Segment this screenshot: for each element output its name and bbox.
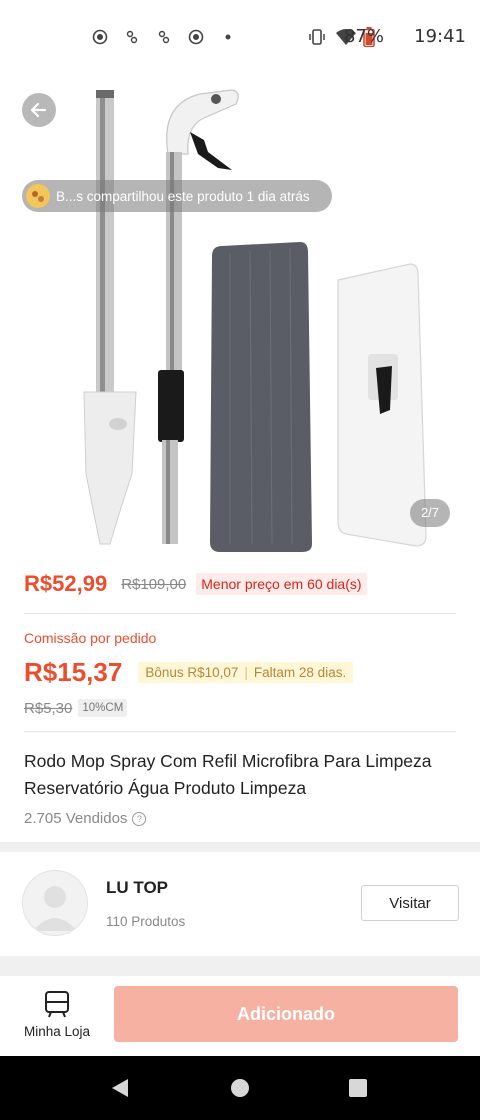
store-icon: [45, 991, 69, 1018]
shop-card[interactable]: LU TOP 110 Produtos Visitar: [0, 852, 480, 956]
commission-details: R$5,30 10%CM: [24, 697, 128, 719]
my-store-label: Minha Loja: [23, 1024, 91, 1039]
commission-amount: R$15,37: [24, 656, 123, 687]
remaining-days-text: Faltam 28 dias.: [253, 664, 347, 680]
added-button[interactable]: Adicionado: [114, 986, 458, 1042]
commission-old-amount: R$5,30: [24, 699, 73, 717]
divider: [24, 613, 456, 614]
product-image: [83, 89, 427, 552]
system-navigation-bar: [0, 1056, 480, 1120]
image-counter: 2/7: [410, 499, 450, 527]
visit-shop-button[interactable]: Visitar: [361, 885, 459, 921]
commission-row: R$15,37 Bônus R$10,07 | Faltam 28 dias.: [24, 655, 354, 689]
back-arrow-icon: [30, 102, 47, 118]
commission-label: Comissão por pedido: [24, 630, 157, 646]
section-separator: [0, 842, 480, 852]
price-row: R$52,99 R$109,00 Menor preço em 60 dia(s…: [24, 568, 464, 600]
nav-home-icon[interactable]: [230, 1078, 250, 1098]
product-image-carousel[interactable]: B...s compartilhou este produto 1 dia at…: [0, 74, 480, 560]
info-icon[interactable]: ?: [132, 811, 147, 826]
notification-icon: [188, 29, 204, 45]
sharer-avatar: [26, 184, 50, 208]
vibrate-icon: [309, 29, 325, 45]
back-button[interactable]: [22, 93, 56, 127]
product-price: R$52,99: [24, 571, 108, 596]
nav-recents-icon[interactable]: [348, 1078, 368, 1098]
sold-count-row: 2.705 Vendidos ?: [24, 810, 147, 827]
status-bar: 87% 19:41: [0, 0, 480, 74]
bonus-badge: Bônus R$10,07 | Faltam 28 dias.: [138, 661, 354, 683]
notification-icon: [126, 30, 138, 44]
bottom-action-bar: Minha Loja Adicionado: [0, 976, 480, 1056]
commission-rate-badge: 10%CM: [78, 699, 128, 717]
section-separator: [0, 956, 480, 976]
battery-percentage: 87%: [343, 26, 384, 47]
my-store-button[interactable]: Minha Loja: [18, 990, 96, 1046]
original-price: R$109,00: [121, 575, 187, 593]
notification-icon: [158, 30, 170, 44]
bonus-text: Bônus R$10,07: [145, 664, 239, 680]
share-banner-text: B...s compartilhou este produto 1 dia at…: [56, 188, 310, 204]
product-title: Rodo Mop Spray Com Refil Microfibra Para…: [24, 751, 432, 798]
sold-count: 2.705 Vendidos: [24, 810, 128, 827]
lowest-price-badge: Menor preço em 60 dia(s): [196, 573, 367, 595]
more-notifications-icon: [225, 34, 231, 40]
clock: 19:41: [414, 26, 466, 47]
shop-avatar: [22, 870, 88, 936]
nav-back-icon[interactable]: [110, 1078, 130, 1098]
share-banner: B...s compartilhou este produto 1 dia at…: [22, 180, 332, 212]
notification-icon: [92, 29, 108, 45]
shop-products-count: 110 Produtos: [106, 914, 186, 929]
shop-name: LU TOP: [106, 878, 169, 897]
divider: [24, 731, 456, 732]
